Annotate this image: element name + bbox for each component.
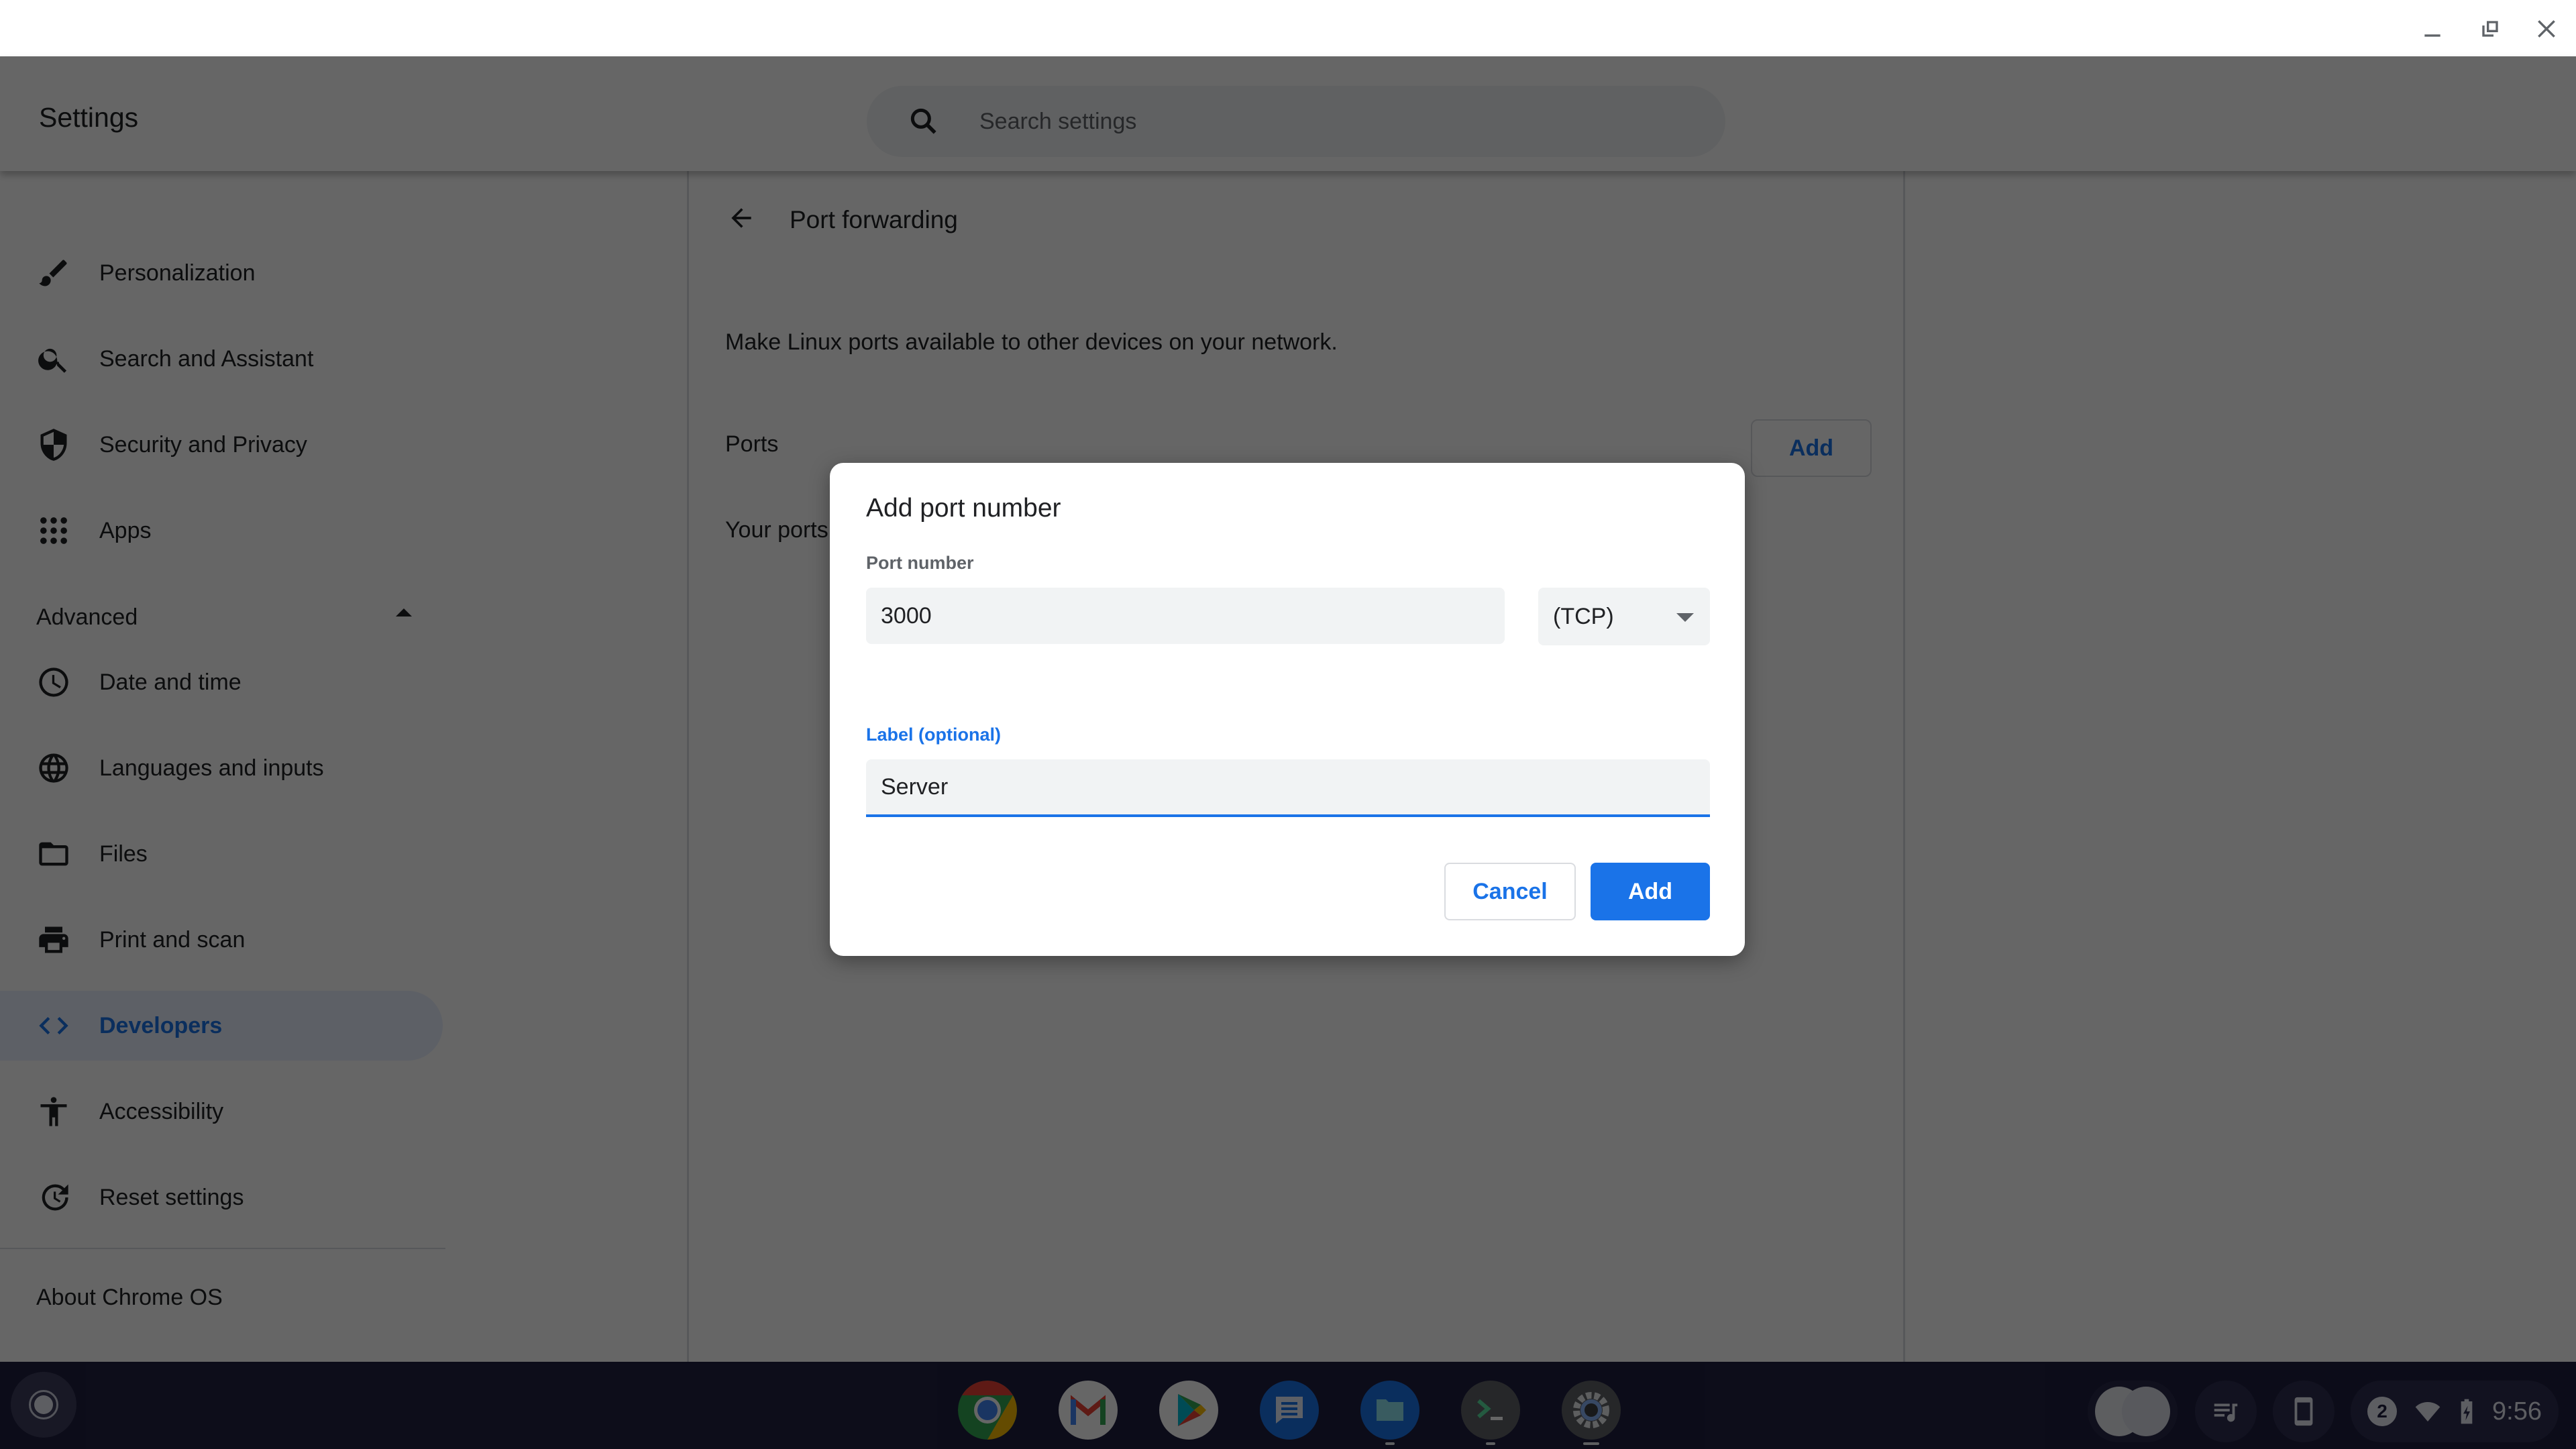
port-number-label: Port number	[866, 553, 974, 573]
label-field-label: Label (optional)	[866, 724, 1001, 745]
window-title-bar	[0, 0, 2576, 56]
dialog-title: Add port number	[866, 494, 1061, 523]
protocol-select[interactable]: (TCP)	[1538, 588, 1710, 645]
protocol-selected-value: (TCP)	[1553, 603, 1614, 629]
close-button[interactable]	[2526, 12, 2567, 46]
minimize-icon	[2424, 34, 2440, 37]
port-number-input[interactable]	[866, 588, 1505, 644]
label-input[interactable]	[866, 759, 1710, 817]
add-port-dialog: Add port number Port number (TCP) Label …	[830, 463, 1745, 956]
add-button[interactable]: Add	[1591, 863, 1710, 920]
dropdown-arrow-icon	[1676, 613, 1694, 622]
restore-icon	[2482, 21, 2498, 37]
minimize-button[interactable]	[2412, 12, 2453, 46]
cancel-button[interactable]: Cancel	[1444, 863, 1576, 920]
close-icon	[2538, 20, 2555, 38]
restore-button[interactable]	[2470, 12, 2510, 46]
